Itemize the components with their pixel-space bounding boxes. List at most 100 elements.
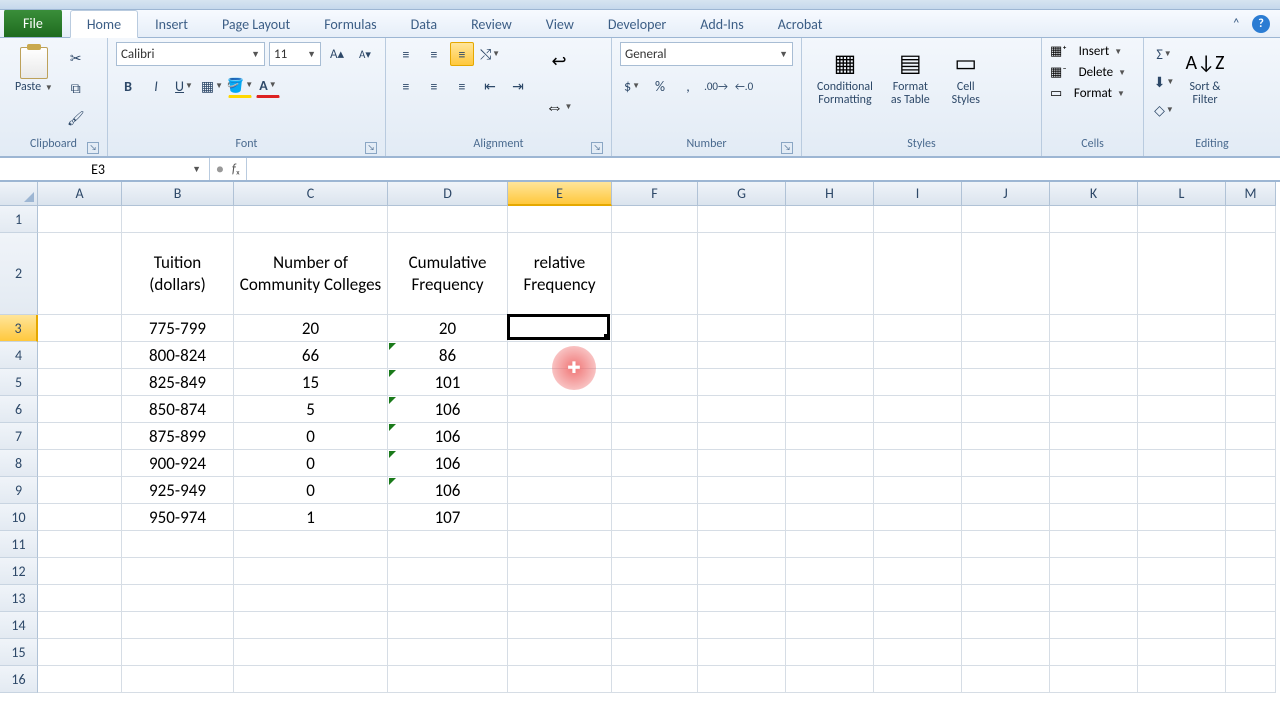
cell-L6[interactable] [1138, 396, 1226, 423]
align-right-icon[interactable]: ≡ [450, 74, 474, 98]
cell-A1[interactable] [38, 206, 122, 233]
cell-H4[interactable] [786, 342, 874, 369]
cell-G12[interactable] [698, 558, 786, 585]
cell-C16[interactable] [234, 666, 388, 693]
cell-A11[interactable] [38, 531, 122, 558]
cell-M2[interactable] [1226, 233, 1276, 315]
cell-J12[interactable] [962, 558, 1050, 585]
cell-H6[interactable] [786, 396, 874, 423]
cell-H13[interactable] [786, 585, 874, 612]
row-header-6[interactable]: 6 [0, 396, 38, 423]
cell-C7[interactable]: 0 [234, 423, 388, 450]
cell-D16[interactable] [388, 666, 508, 693]
row-header-15[interactable]: 15 [0, 639, 38, 666]
cell-F16[interactable] [612, 666, 698, 693]
cell-B4[interactable]: 800-824 [122, 342, 234, 369]
row-header-12[interactable]: 12 [0, 558, 38, 585]
cell-D7[interactable]: 106 [388, 423, 508, 450]
tab-formulas[interactable]: Formulas [307, 10, 393, 37]
row-header-8[interactable]: 8 [0, 450, 38, 477]
cell-E5[interactable] [508, 369, 612, 396]
cell-G1[interactable] [698, 206, 786, 233]
cell-M12[interactable] [1226, 558, 1276, 585]
cell-K15[interactable] [1050, 639, 1138, 666]
cell-M5[interactable] [1226, 369, 1276, 396]
cell-B10[interactable]: 950-974 [122, 504, 234, 531]
cell-I5[interactable] [874, 369, 962, 396]
cell-I8[interactable] [874, 450, 962, 477]
cell-H12[interactable] [786, 558, 874, 585]
cell-F4[interactable] [612, 342, 698, 369]
cut-icon[interactable]: ✂ [64, 46, 88, 70]
cell-A12[interactable] [38, 558, 122, 585]
cell-D13[interactable] [388, 585, 508, 612]
cell-J10[interactable] [962, 504, 1050, 531]
cell-H2[interactable] [786, 233, 874, 315]
cell-A9[interactable] [38, 477, 122, 504]
cell-A3[interactable] [38, 315, 122, 342]
cell-B13[interactable] [122, 585, 234, 612]
increase-decimal-icon[interactable]: .00→ [704, 74, 728, 98]
sort-filter-button[interactable]: A↓ZSort & Filter [1180, 42, 1230, 110]
cell-H14[interactable] [786, 612, 874, 639]
row-header-13[interactable]: 13 [0, 585, 38, 612]
cell-G3[interactable] [698, 315, 786, 342]
cell-B2[interactable]: Tuition (dollars) [122, 233, 234, 315]
align-bottom-icon[interactable]: ≡ [450, 42, 474, 66]
increase-font-icon[interactable]: A▴ [325, 42, 349, 66]
align-center-icon[interactable]: ≡ [422, 74, 446, 98]
cell-J1[interactable] [962, 206, 1050, 233]
cell-G8[interactable] [698, 450, 786, 477]
cell-F2[interactable] [612, 233, 698, 315]
increase-indent-icon[interactable]: ⇥ [506, 74, 530, 98]
font-size-combo[interactable]: 11▼ [269, 42, 321, 66]
cell-J16[interactable] [962, 666, 1050, 693]
cell-B11[interactable] [122, 531, 234, 558]
cell-F3[interactable] [612, 315, 698, 342]
cell-I3[interactable] [874, 315, 962, 342]
row-header-9[interactable]: 9 [0, 477, 38, 504]
cell-styles-button[interactable]: ▭Cell Styles [941, 42, 991, 110]
cell-J13[interactable] [962, 585, 1050, 612]
cell-E8[interactable] [508, 450, 612, 477]
cell-H9[interactable] [786, 477, 874, 504]
font-color-button[interactable]: A▼ [256, 74, 280, 98]
cell-K12[interactable] [1050, 558, 1138, 585]
cell-A16[interactable] [38, 666, 122, 693]
comma-format-icon[interactable]: , [676, 74, 700, 98]
cell-C15[interactable] [234, 639, 388, 666]
paste-button[interactable]: Paste ▼ [8, 42, 60, 98]
font-name-combo[interactable]: Calibri▼ [116, 42, 265, 66]
cell-D2[interactable]: Cumulative Frequency [388, 233, 508, 315]
cell-H1[interactable] [786, 206, 874, 233]
cell-B15[interactable] [122, 639, 234, 666]
cell-A13[interactable] [38, 585, 122, 612]
row-header-4[interactable]: 4 [0, 342, 38, 369]
cell-G10[interactable] [698, 504, 786, 531]
cell-F7[interactable] [612, 423, 698, 450]
name-box-input[interactable] [8, 161, 188, 178]
ribbon-minimize-icon[interactable]: ˄ [1232, 15, 1240, 33]
cell-A2[interactable] [38, 233, 122, 315]
cell-C3[interactable]: 20 [234, 315, 388, 342]
italic-button[interactable]: I [144, 74, 168, 98]
tab-home[interactable]: Home [70, 10, 138, 38]
format-cells-button[interactable]: ▭ Format ▼ [1050, 84, 1135, 103]
cell-G15[interactable] [698, 639, 786, 666]
cell-F15[interactable] [612, 639, 698, 666]
cell-E12[interactable] [508, 558, 612, 585]
cell-C5[interactable]: 15 [234, 369, 388, 396]
font-launcher[interactable]: ↘ [365, 142, 377, 154]
cell-F1[interactable] [612, 206, 698, 233]
cell-J3[interactable] [962, 315, 1050, 342]
cell-L2[interactable] [1138, 233, 1226, 315]
cell-L16[interactable] [1138, 666, 1226, 693]
cell-C10[interactable]: 1 [234, 504, 388, 531]
cell-M8[interactable] [1226, 450, 1276, 477]
cell-E15[interactable] [508, 639, 612, 666]
cell-G2[interactable] [698, 233, 786, 315]
tab-developer[interactable]: Developer [591, 10, 683, 37]
cell-A5[interactable] [38, 369, 122, 396]
name-box[interactable]: ▼ [0, 158, 210, 180]
cell-J5[interactable] [962, 369, 1050, 396]
